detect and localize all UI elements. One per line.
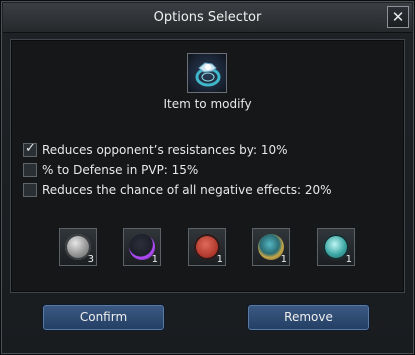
item-count-4: 1: [280, 254, 287, 265]
option-text-2: % to Defense in PVP: 15%: [42, 163, 199, 177]
item-count-3: 1: [216, 254, 223, 265]
option-checkbox-3[interactable]: [23, 183, 37, 197]
inventory-slot-2[interactable]: 1: [123, 228, 161, 266]
option-text-1: Reduces opponent’s resistances by: 10%: [42, 143, 288, 157]
item-count-2: 1: [151, 254, 158, 265]
title-bar: Options Selector ✕: [3, 3, 412, 33]
close-button[interactable]: ✕: [387, 6, 409, 28]
option-checkbox-2[interactable]: [23, 163, 37, 177]
window-title: Options Selector: [153, 10, 262, 25]
inventory-slot-4[interactable]: 1: [252, 228, 290, 266]
close-icon: ✕: [391, 8, 405, 26]
item-label: Item to modify: [163, 97, 252, 111]
confirm-button[interactable]: Confirm: [42, 304, 165, 331]
remove-button[interactable]: Remove: [247, 304, 370, 331]
option-text-3: Reduces the chance of all negative effec…: [42, 183, 332, 197]
option-checkbox-1[interactable]: [23, 141, 37, 157]
inventory-slot-1[interactable]: 3: [59, 228, 97, 266]
options-selector-window: Options Selector ✕ Item to modify Reduce…: [0, 0, 415, 355]
inventory-slot-3[interactable]: 1: [188, 228, 226, 266]
ring-item-icon: [195, 62, 221, 87]
item-count-5: 1: [345, 254, 352, 265]
item-count-1: 3: [87, 254, 94, 265]
item-slot[interactable]: [187, 53, 227, 93]
inventory-slot-5[interactable]: 1: [317, 228, 355, 266]
